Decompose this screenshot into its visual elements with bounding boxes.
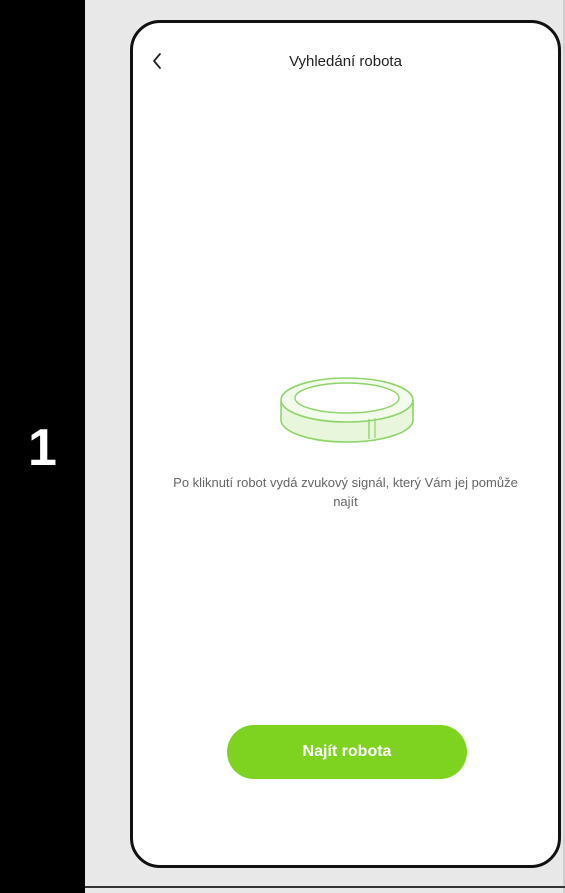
bottom-divider bbox=[85, 886, 565, 888]
find-robot-button[interactable]: Najít robota bbox=[227, 725, 467, 779]
page-title: Vyhledání robota bbox=[289, 53, 402, 70]
robot-vacuum-icon bbox=[280, 377, 414, 443]
phone-screen: Vyhledání robota Po kliknutí robot vydá … bbox=[130, 20, 561, 868]
step-number: 1 bbox=[28, 419, 57, 477]
step-sidebar: 1 bbox=[0, 0, 85, 893]
info-text: Po kliknutí robot vydá zvukový signál, k… bbox=[173, 475, 518, 509]
